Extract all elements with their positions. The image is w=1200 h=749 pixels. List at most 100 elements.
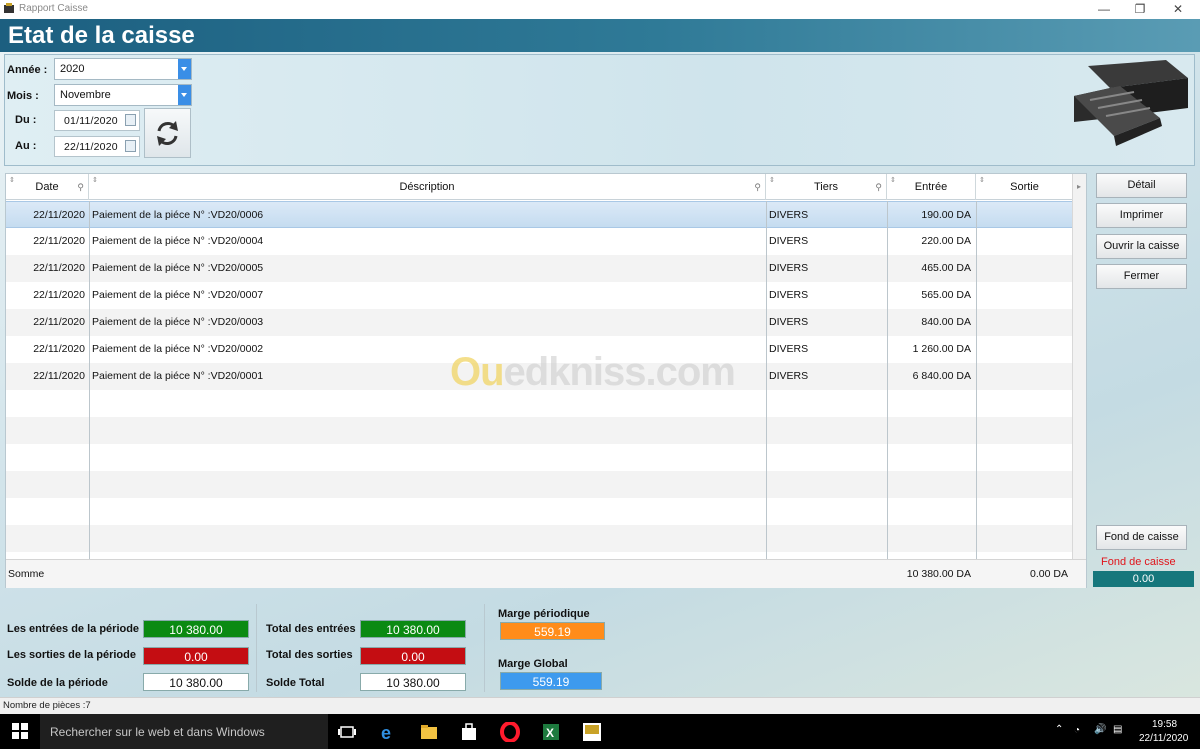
table-row[interactable]: 22/11/2020 Paiement de la piéce N° :VD20… <box>6 228 1073 255</box>
footer-sortie-total: 0.00 DA <box>1030 568 1068 580</box>
annee-select[interactable]: 2020 <box>54 58 192 80</box>
cell-sortie <box>976 336 1068 363</box>
cell-sortie <box>976 282 1068 309</box>
opera-icon[interactable] <box>500 722 520 742</box>
sorties-periode-value: 0.00 <box>143 647 249 665</box>
divider <box>256 604 257 692</box>
taskbar-search[interactable]: Rechercher sur le web et dans Windows <box>40 714 328 749</box>
chevron-down-icon[interactable] <box>178 59 191 79</box>
column-header-sortie[interactable]: ⇕ Sortie <box>976 174 1073 200</box>
minimize-button[interactable]: — <box>1086 0 1122 19</box>
cell-description: Paiement de la piéce N° :VD20/0004 <box>92 235 264 247</box>
cell-entree: 220.00 DA <box>921 235 971 247</box>
chevron-down-icon[interactable] <box>178 85 191 105</box>
annee-value: 2020 <box>60 63 85 75</box>
task-view-icon[interactable] <box>337 722 357 742</box>
clock-time[interactable]: 19:58 <box>1152 719 1177 730</box>
close-button[interactable]: ✕ <box>1160 0 1196 19</box>
status-bar: Nombre de pièces :7 <box>0 697 1200 714</box>
volume-icon[interactable]: 🔊 <box>1094 724 1106 735</box>
annee-label: Année : <box>7 64 48 76</box>
fond-de-caisse-value: 0.00 <box>1093 571 1194 587</box>
empty-row <box>6 417 1073 444</box>
mois-select[interactable]: Novembre <box>54 84 192 106</box>
cell-tiers: DIVERS <box>769 235 809 247</box>
header-banner: Etat de la caisse <box>0 19 1200 52</box>
total-sorties-label: Total des sorties <box>266 649 353 661</box>
search-icon[interactable]: ⚲ <box>875 174 882 200</box>
au-label: Au : <box>15 140 37 152</box>
table-row[interactable]: 22/11/2020 Paiement de la piéce N° :VD20… <box>6 309 1073 336</box>
column-header-date[interactable]: ⇕ Date ⚲ <box>6 174 89 200</box>
piece-count: Nombre de pièces :7 <box>3 700 91 711</box>
windows-start-icon[interactable] <box>12 723 28 739</box>
cell-entree: 565.00 DA <box>921 289 971 301</box>
wifi-icon[interactable]: ◔ <box>1074 725 1080 736</box>
solde-periode-label: Solde de la période <box>7 677 108 689</box>
cell-entree: 1 260.00 DA <box>912 343 971 355</box>
close-button-fermer[interactable]: Fermer <box>1096 264 1187 289</box>
refresh-icon <box>157 121 178 146</box>
table-row[interactable]: 22/11/2020 Paiement de la piéce N° :VD20… <box>6 255 1073 282</box>
column-header-label: Sortie <box>1010 181 1039 193</box>
window-title-bar: Rapport Caisse — ❐ ✕ <box>0 0 1200 19</box>
table-scrollbar[interactable]: ▸ <box>1072 174 1086 587</box>
clock-date[interactable]: 22/11/2020 <box>1139 733 1188 744</box>
edge-browser-icon[interactable]: e <box>379 722 399 742</box>
sort-icon[interactable]: ⇕ <box>9 168 15 194</box>
search-icon[interactable]: ⚲ <box>77 174 84 200</box>
search-icon[interactable]: ⚲ <box>754 174 761 200</box>
cell-sortie <box>976 255 1068 282</box>
empty-row <box>6 498 1073 525</box>
cell-sortie <box>976 228 1068 255</box>
fond-de-caisse-button[interactable]: Fond de caisse <box>1096 525 1187 550</box>
sort-icon[interactable]: ⇕ <box>979 168 985 194</box>
cell-tiers: DIVERS <box>769 316 809 328</box>
refresh-button[interactable] <box>144 108 191 158</box>
column-header-tiers[interactable]: ⇕ Tiers ⚲ <box>766 174 887 200</box>
chevron-right-icon[interactable]: ▸ <box>1077 182 1081 191</box>
print-button[interactable]: Imprimer <box>1096 203 1187 228</box>
sort-icon[interactable]: ⇕ <box>92 168 98 194</box>
notification-icon[interactable]: ▤ <box>1113 724 1122 735</box>
svg-text:e: e <box>381 723 391 742</box>
cell-date: 22/11/2020 <box>33 262 85 274</box>
marge-global-value: 559.19 <box>500 672 602 690</box>
open-cash-drawer-button[interactable]: Ouvrir la caisse <box>1096 234 1187 259</box>
calendar-icon[interactable] <box>125 140 136 152</box>
sort-icon[interactable]: ⇕ <box>890 168 896 194</box>
marge-global-label: Marge Global <box>498 658 568 670</box>
sort-icon[interactable]: ⇕ <box>769 168 775 194</box>
du-label: Du : <box>15 114 37 126</box>
cell-description: Paiement de la piéce N° :VD20/0007 <box>92 289 264 301</box>
cell-tiers: DIVERS <box>769 262 809 274</box>
page-title: Etat de la caisse <box>8 22 195 49</box>
date-du-input[interactable]: 01/11/2020 <box>54 110 140 131</box>
store-icon[interactable] <box>459 722 479 742</box>
date-au-input[interactable]: 22/11/2020 <box>54 136 140 157</box>
excel-icon[interactable]: X <box>541 722 561 742</box>
file-explorer-icon[interactable] <box>419 722 439 742</box>
fond-de-caisse-label: Fond de caisse <box>1101 556 1176 568</box>
watermark: Ouedkniss.com <box>450 350 736 395</box>
detail-button[interactable]: Détail <box>1096 173 1187 198</box>
cell-tiers: DIVERS <box>769 370 809 382</box>
column-header-description[interactable]: ⇕ Déscription ⚲ <box>89 174 766 200</box>
cell-description: Paiement de la piéce N° :VD20/0006 <box>92 209 264 221</box>
calendar-icon[interactable] <box>125 114 136 126</box>
chevron-up-icon[interactable]: ⌃ <box>1055 724 1063 735</box>
table-header: ⇕ Date ⚲ ⇕ Déscription ⚲ ⇕ Tiers ⚲ ⇕ Ent… <box>6 174 1086 200</box>
table-row[interactable]: 22/11/2020 Paiement de la piéce N° :VD20… <box>6 282 1073 309</box>
cell-date: 22/11/2020 <box>33 370 85 382</box>
empty-row <box>6 471 1073 498</box>
maximize-button[interactable]: ❐ <box>1122 0 1158 19</box>
column-header-label: Tiers <box>813 181 839 193</box>
table-row[interactable]: 22/11/2020 Paiement de la piéce N° :VD20… <box>6 201 1073 228</box>
cell-tiers: DIVERS <box>769 343 809 355</box>
watermark-part-b: edkniss.com <box>503 350 736 394</box>
column-header-entree[interactable]: ⇕ Entrée <box>887 174 976 200</box>
date-du-value: 01/11/2020 <box>64 115 118 127</box>
footer-label: Somme <box>8 568 45 580</box>
gcem-app-icon[interactable] <box>582 722 602 742</box>
cell-sortie <box>976 309 1068 336</box>
